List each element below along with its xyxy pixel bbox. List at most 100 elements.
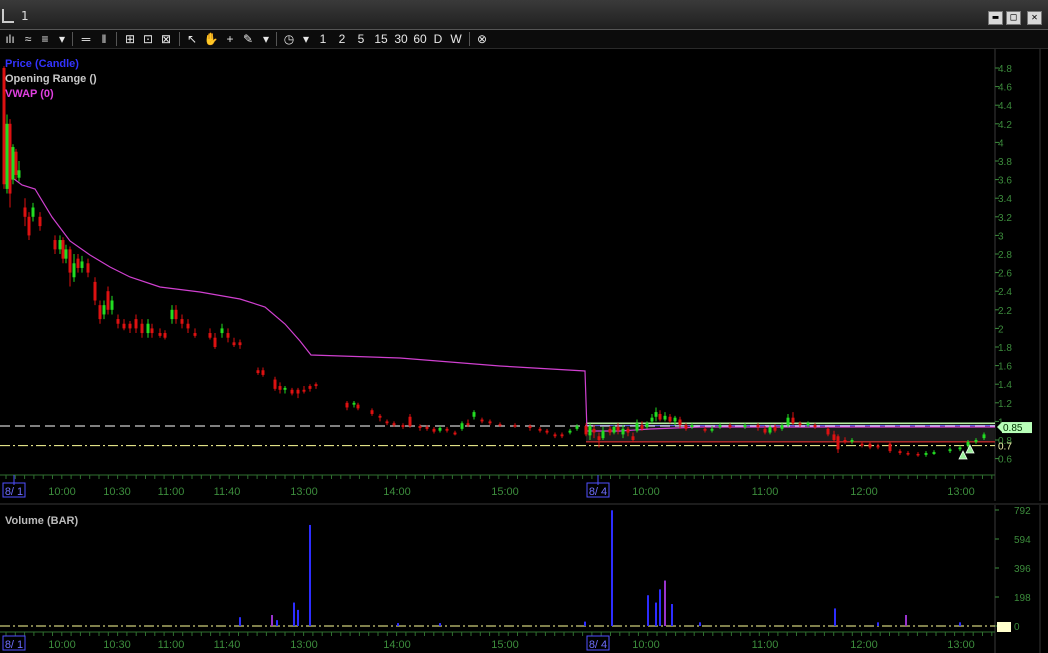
candle-down (860, 443, 864, 446)
volume-time-label: 10:30 (103, 639, 131, 651)
candle-down (278, 386, 282, 390)
candle-up (974, 440, 978, 442)
candle-up (786, 417, 790, 426)
horizontal-line-icon[interactable]: ═ (78, 31, 94, 47)
candle-up (438, 427, 442, 431)
volume-tick-label: 594 (1014, 535, 1031, 546)
legend-vwap[interactable]: VWAP (0) (5, 88, 54, 100)
candle-down (134, 319, 138, 329)
buy-signal-icon (965, 444, 975, 454)
candle-down (180, 319, 184, 324)
candle-down (616, 426, 620, 431)
candle-up (220, 328, 224, 334)
minimize-icon[interactable]: ▬ (988, 11, 1003, 25)
study-list-icon[interactable]: ≡ (37, 31, 53, 47)
volume-chart[interactable]: 792 594 396 198 0 8/ 1 10:00 10:30 11:00 11:40 13:… (0, 505, 1048, 653)
pointer-cursor-icon[interactable]: ↖ (184, 31, 200, 47)
line-chart-icon[interactable]: ≈ (20, 31, 36, 47)
volume-time-label: 10:00 (48, 639, 76, 651)
price-tick-label: 3.2 (998, 213, 1012, 224)
candle-down (826, 428, 830, 435)
interval-button-30[interactable]: 30 (392, 31, 410, 47)
candle-down (193, 333, 197, 336)
zoom-box-icon[interactable]: ⊡ (140, 31, 156, 47)
candle-down (756, 425, 760, 427)
volume-time-label: 11:00 (752, 639, 779, 651)
candle-down (140, 323, 144, 334)
candle-down (480, 419, 484, 422)
volume-time-label: 14:00 (383, 639, 411, 651)
candle-up (146, 323, 150, 334)
candle-up (601, 430, 605, 439)
candle-down (370, 410, 374, 414)
cancel-icon[interactable]: ⊗ (474, 31, 490, 47)
candle-up (58, 240, 62, 250)
candle-down (528, 426, 532, 428)
interval-button-weekly[interactable]: W (448, 31, 464, 47)
volume-panel[interactable]: 792 594 396 198 0 8/ 1 10:00 10:30 11:00 11:40 13:… (0, 503, 1048, 653)
candle-down (213, 337, 217, 347)
candle-up (966, 441, 970, 446)
time-axis-label: 11:00 (158, 486, 185, 498)
close-icon[interactable]: ✕ (1027, 11, 1042, 25)
time-axis-label: 11:00 (752, 486, 779, 498)
legend-opening-range[interactable]: Opening Range () (5, 73, 97, 85)
maximize-icon[interactable]: □ (1006, 11, 1021, 25)
candle-down (53, 240, 57, 250)
chevron-down-icon[interactable]: ▾ (259, 31, 273, 47)
chevron-down-icon[interactable]: ▾ (299, 31, 313, 47)
candle-down (626, 428, 630, 433)
legend-price-candle[interactable]: Price (Candle) (5, 58, 79, 70)
hand-pan-icon[interactable]: ✋ (203, 31, 219, 47)
candle-down (345, 402, 349, 408)
interval-button-1[interactable]: 1 (317, 31, 329, 47)
vertical-line-icon[interactable]: ‖ (96, 31, 112, 47)
candle-down (538, 428, 542, 431)
price-tick-label: 4.6 (998, 83, 1012, 94)
candle-down (498, 424, 502, 426)
bar-chart-icon[interactable]: ılı (2, 31, 18, 47)
interval-button-daily[interactable]: D (431, 31, 445, 47)
candle-down (158, 333, 162, 336)
pencil-draw-icon[interactable]: ✎ (240, 31, 256, 47)
volume-tick-label: 0 (1014, 622, 1020, 633)
time-axis-label: 8/ 1 (5, 486, 23, 498)
zoom-fit-icon[interactable]: ⊞ (122, 31, 138, 47)
candle-down (678, 419, 682, 426)
interval-button-15[interactable]: 15 (372, 31, 390, 47)
candle-up (982, 434, 986, 439)
price-tick-label: 4.4 (998, 101, 1012, 112)
volume-time-label: 13:00 (290, 639, 318, 651)
candle-down (401, 425, 405, 427)
candle-down (898, 451, 902, 454)
candle-down (38, 216, 42, 227)
candle-up (472, 412, 476, 417)
candle-down (261, 370, 265, 375)
candle-down (773, 426, 777, 431)
candle-down (445, 428, 449, 431)
time-axis-label: 12:00 (850, 486, 878, 498)
price-tick-label: 4.2 (998, 120, 1012, 131)
clock-interval-icon[interactable]: ◷ (281, 31, 297, 47)
interval-button-5[interactable]: 5 (355, 31, 367, 47)
price-tick-label: 2.6 (998, 269, 1012, 280)
price-panel[interactable]: 4.8 4.6 4.4 4.2 4 3.8 3.6 3.4 3.2 3 2.8 2.6 2.4 2.2 2 1… (0, 49, 1048, 501)
candle-down (608, 428, 612, 433)
price-chart[interactable]: 4.8 4.6 4.4 4.2 4 3.8 3.6 3.4 3.2 3 2.8 2.6 2.4 2.2 2 1… (0, 49, 1048, 501)
chart-toolbar: ılı ≈ ≡ ▾ ═ ‖ ⊞ ⊡ ⊠ ↖ ✋ + ✎ ▾ ◷ ▾ 1 2 5 … (0, 30, 1048, 49)
candle-up (806, 423, 810, 426)
candle-down (23, 207, 27, 217)
legend-volume: Volume (BAR) (5, 515, 79, 527)
window-title: 1 (21, 9, 29, 23)
zoom-out-icon[interactable]: ⊠ (158, 31, 174, 47)
candle-down (2, 68, 6, 185)
price-tick-label: 3.6 (998, 176, 1012, 187)
interval-button-60[interactable]: 60 (411, 31, 429, 47)
candle-down (208, 333, 212, 338)
crosshair-icon[interactable]: + (222, 31, 238, 47)
candle-down (76, 258, 80, 268)
price-tick-label: 4 (998, 138, 1004, 149)
interval-button-2[interactable]: 2 (336, 31, 348, 47)
candle-down (728, 425, 732, 427)
chevron-down-icon[interactable]: ▾ (55, 31, 69, 47)
